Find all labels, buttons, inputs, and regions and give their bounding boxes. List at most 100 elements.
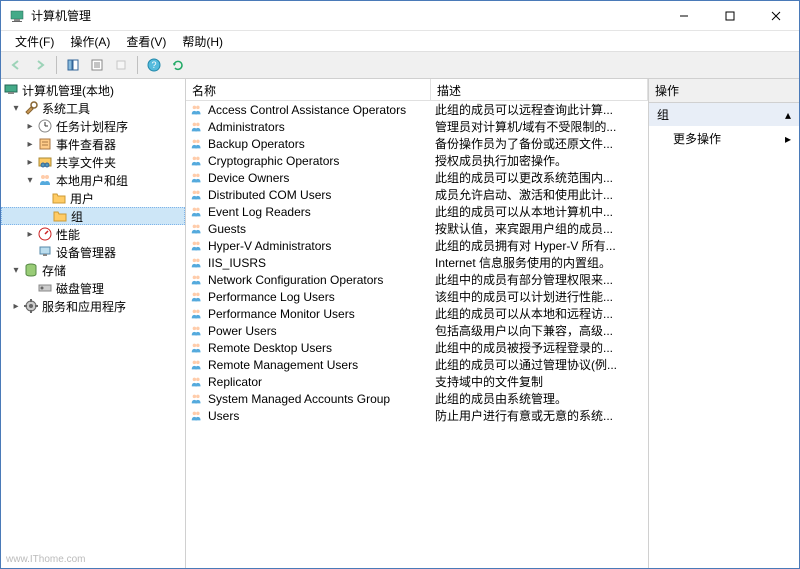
window-title: 计算机管理 [31,7,661,24]
group-name: Guests [208,222,246,236]
back-button [5,54,27,76]
tree-pane[interactable]: 计算机管理(本地) ▾ 系统工具 ▸ 任务计划程序 ▸ 事件查看器 ▸ 共享文件… [1,79,186,568]
expand-icon[interactable]: ▸ [23,227,37,241]
expand-icon[interactable]: ▸ [23,155,37,169]
group-icon [190,137,204,151]
menu-view[interactable]: 查看(V) [118,31,174,52]
list-row[interactable]: Event Log Readers此组的成员可以从本地计算机中... [186,203,648,220]
group-description: 按默认值，来宾跟用户组的成员... [431,220,648,237]
list-row[interactable]: Performance Monitor Users 此组的成员可以从本地和远程访.… [186,305,648,322]
group-description: Internet 信息服务使用的内置组。 [431,254,648,271]
column-name[interactable]: 名称 [186,79,431,100]
menu-file[interactable]: 文件(F) [7,31,62,52]
help-button[interactable]: ? [143,54,165,76]
list-row[interactable]: Replicator支持域中的文件复制 [186,373,648,390]
list-pane: 名称 描述 Access Control Assistance Operator… [186,79,649,568]
list-row[interactable]: Remote Desktop Users此组中的成员被授予远程登录的... [186,339,648,356]
actions-header: 操作 [649,79,799,103]
storage-icon [23,262,39,278]
list-row[interactable]: Cryptographic Operators授权成员执行加密操作。 [186,152,648,169]
group-icon [190,188,204,202]
list-body[interactable]: Access Control Assistance Operators 此组的成员… [186,101,648,568]
group-icon [190,409,204,423]
group-name: Hyper-V Administrators [208,239,331,253]
services-icon [23,298,39,314]
refresh-button[interactable] [167,54,189,76]
properties-button[interactable] [86,54,108,76]
group-description: 管理员对计算机/域有不受限制的... [431,118,648,135]
group-icon [190,375,204,389]
group-icon [190,290,204,304]
group-icon [190,273,204,287]
tree-users[interactable]: 用户 [1,189,185,207]
list-row[interactable]: Distributed COM Users 成员允许启动、激活和使用此计... [186,186,648,203]
tree-disk-management[interactable]: 磁盘管理 [1,279,185,297]
group-name: IIS_IUSRS [208,256,266,270]
list-row[interactable]: IIS_IUSRS Internet 信息服务使用的内置组。 [186,254,648,271]
group-icon [190,358,204,372]
expand-icon[interactable]: ▸ [23,137,37,151]
list-row[interactable]: Device Owners此组的成员可以更改系统范围内... [186,169,648,186]
list-row[interactable]: Users防止用户进行有意或无意的系统... [186,407,648,424]
tree-groups[interactable]: 组 [1,207,185,225]
group-description: 此组的成员可以从本地和远程访... [431,305,648,322]
collapse-icon[interactable]: ▾ [23,173,37,187]
list-row[interactable]: System Managed Accounts Group此组的成员由系统管理。 [186,390,648,407]
column-description[interactable]: 描述 [431,79,648,100]
list-row[interactable]: Administrators管理员对计算机/域有不受限制的... [186,118,648,135]
collapse-icon[interactable]: ▾ [9,101,23,115]
list-row[interactable]: Backup Operators备份操作员为了备份或还原文件... [186,135,648,152]
list-row[interactable]: Remote Management Users此组的成员可以通过管理协议(例..… [186,356,648,373]
performance-icon [37,226,53,242]
actions-pane: 操作 组 ▴ 更多操作 ▸ [649,79,799,568]
group-description: 成员允许启动、激活和使用此计... [431,186,648,203]
menu-actions[interactable]: 操作(A) [62,31,118,52]
tree-device-manager[interactable]: 设备管理器 [1,243,185,261]
group-name: Performance Log Users [208,290,335,304]
list-row[interactable]: Power Users包括高级用户以向下兼容，高级... [186,322,648,339]
export-button [110,54,132,76]
group-description: 防止用户进行有意或无意的系统... [431,407,648,424]
group-icon [190,307,204,321]
tree-event-viewer[interactable]: ▸ 事件查看器 [1,135,185,153]
list-row[interactable]: Network Configuration Operators此组中的成员有部分… [186,271,648,288]
collapse-icon[interactable]: ▾ [9,263,23,277]
group-name: System Managed Accounts Group [208,392,390,406]
group-description: 此组的成员可以更改系统范围内... [431,169,648,186]
users-icon [37,172,53,188]
group-name: Power Users [208,324,277,338]
group-description: 此组的成员拥有对 Hyper-V 所有... [431,237,648,254]
expand-icon[interactable]: ▸ [9,299,23,313]
expand-icon[interactable]: ▸ [23,119,37,133]
show-hide-button[interactable] [62,54,84,76]
list-row[interactable]: Guests 按默认值，来宾跟用户组的成员... [186,220,648,237]
list-row[interactable]: Access Control Assistance Operators此组的成员… [186,101,648,118]
tree-shared-folders[interactable]: ▸ 共享文件夹 [1,153,185,171]
toolbar: ? [1,51,799,79]
close-button[interactable] [753,1,799,30]
menubar: 文件(F) 操作(A) 查看(V) 帮助(H) [1,31,799,51]
actions-group-header[interactable]: 组 ▴ [649,103,799,126]
maximize-button[interactable] [707,1,753,30]
group-name: Access Control Assistance Operators [208,103,406,117]
tree-storage[interactable]: ▾ 存储 [1,261,185,279]
group-description: 此组的成员可以通过管理协议(例... [431,356,648,373]
tree-system-tools[interactable]: ▾ 系统工具 [1,99,185,117]
computer-management-window: 计算机管理 文件(F) 操作(A) 查看(V) 帮助(H) ? 计算机管理(本地… [0,0,800,569]
group-name: Remote Desktop Users [208,341,332,355]
more-actions-item[interactable]: 更多操作 ▸ [649,126,799,151]
tree-root[interactable]: 计算机管理(本地) [1,81,185,99]
group-name: Distributed COM Users [208,188,331,202]
tree-performance[interactable]: ▸ 性能 [1,225,185,243]
tree-services-apps[interactable]: ▸ 服务和应用程序 [1,297,185,315]
minimize-button[interactable] [661,1,707,30]
list-row[interactable]: Hyper-V Administrators 此组的成员拥有对 Hyper-V 所… [186,237,648,254]
menu-help[interactable]: 帮助(H) [174,31,231,52]
tree-local-users-groups[interactable]: ▾ 本地用户和组 [1,171,185,189]
group-icon [190,222,204,236]
list-row[interactable]: Performance Log Users该组中的成员可以计划进行性能... [186,288,648,305]
content-area: 计算机管理(本地) ▾ 系统工具 ▸ 任务计划程序 ▸ 事件查看器 ▸ 共享文件… [1,79,799,568]
folder-icon [52,208,68,224]
group-name: Performance Monitor Users [208,307,355,321]
tree-task-scheduler[interactable]: ▸ 任务计划程序 [1,117,185,135]
